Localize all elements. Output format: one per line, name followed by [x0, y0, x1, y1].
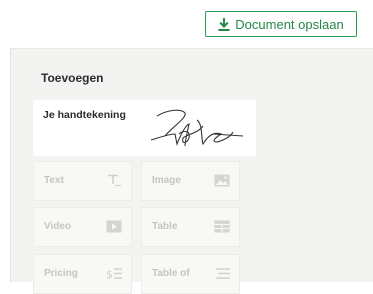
save-document-button[interactable]: Document opslaan	[205, 11, 357, 37]
block-label: Image	[152, 175, 181, 186]
svg-text:$: $	[106, 268, 113, 280]
table-icon	[214, 220, 230, 233]
top-bar: Document opslaan	[0, 0, 373, 48]
block-label: Table	[152, 221, 178, 232]
download-icon	[218, 17, 230, 31]
add-table-block[interactable]: Table	[141, 207, 240, 247]
pricing-icon: $	[106, 268, 122, 280]
block-label: Text	[44, 175, 64, 186]
add-video-block[interactable]: Video	[33, 207, 132, 247]
signature-label: Je handtekening	[43, 109, 126, 121]
block-label: Pricing	[44, 268, 78, 279]
signature-image	[150, 109, 244, 147]
video-icon	[106, 220, 122, 233]
add-image-block[interactable]: Image	[141, 161, 240, 201]
add-panel: Toevoegen Je handtekening Text Image Vid…	[10, 48, 373, 294]
signature-card[interactable]: Je handtekening	[33, 100, 256, 156]
text-icon	[108, 174, 121, 187]
block-label: Table of	[152, 268, 190, 279]
block-label: Video	[44, 221, 72, 232]
image-icon	[214, 174, 230, 187]
add-pricing-block[interactable]: Pricing $	[33, 254, 132, 294]
toc-icon	[216, 268, 230, 279]
panel-title: Toevoegen	[41, 71, 104, 85]
save-document-label: Document opslaan	[235, 16, 344, 32]
add-table-of-contents-block[interactable]: Table of	[141, 254, 240, 294]
add-text-block[interactable]: Text	[33, 161, 132, 201]
